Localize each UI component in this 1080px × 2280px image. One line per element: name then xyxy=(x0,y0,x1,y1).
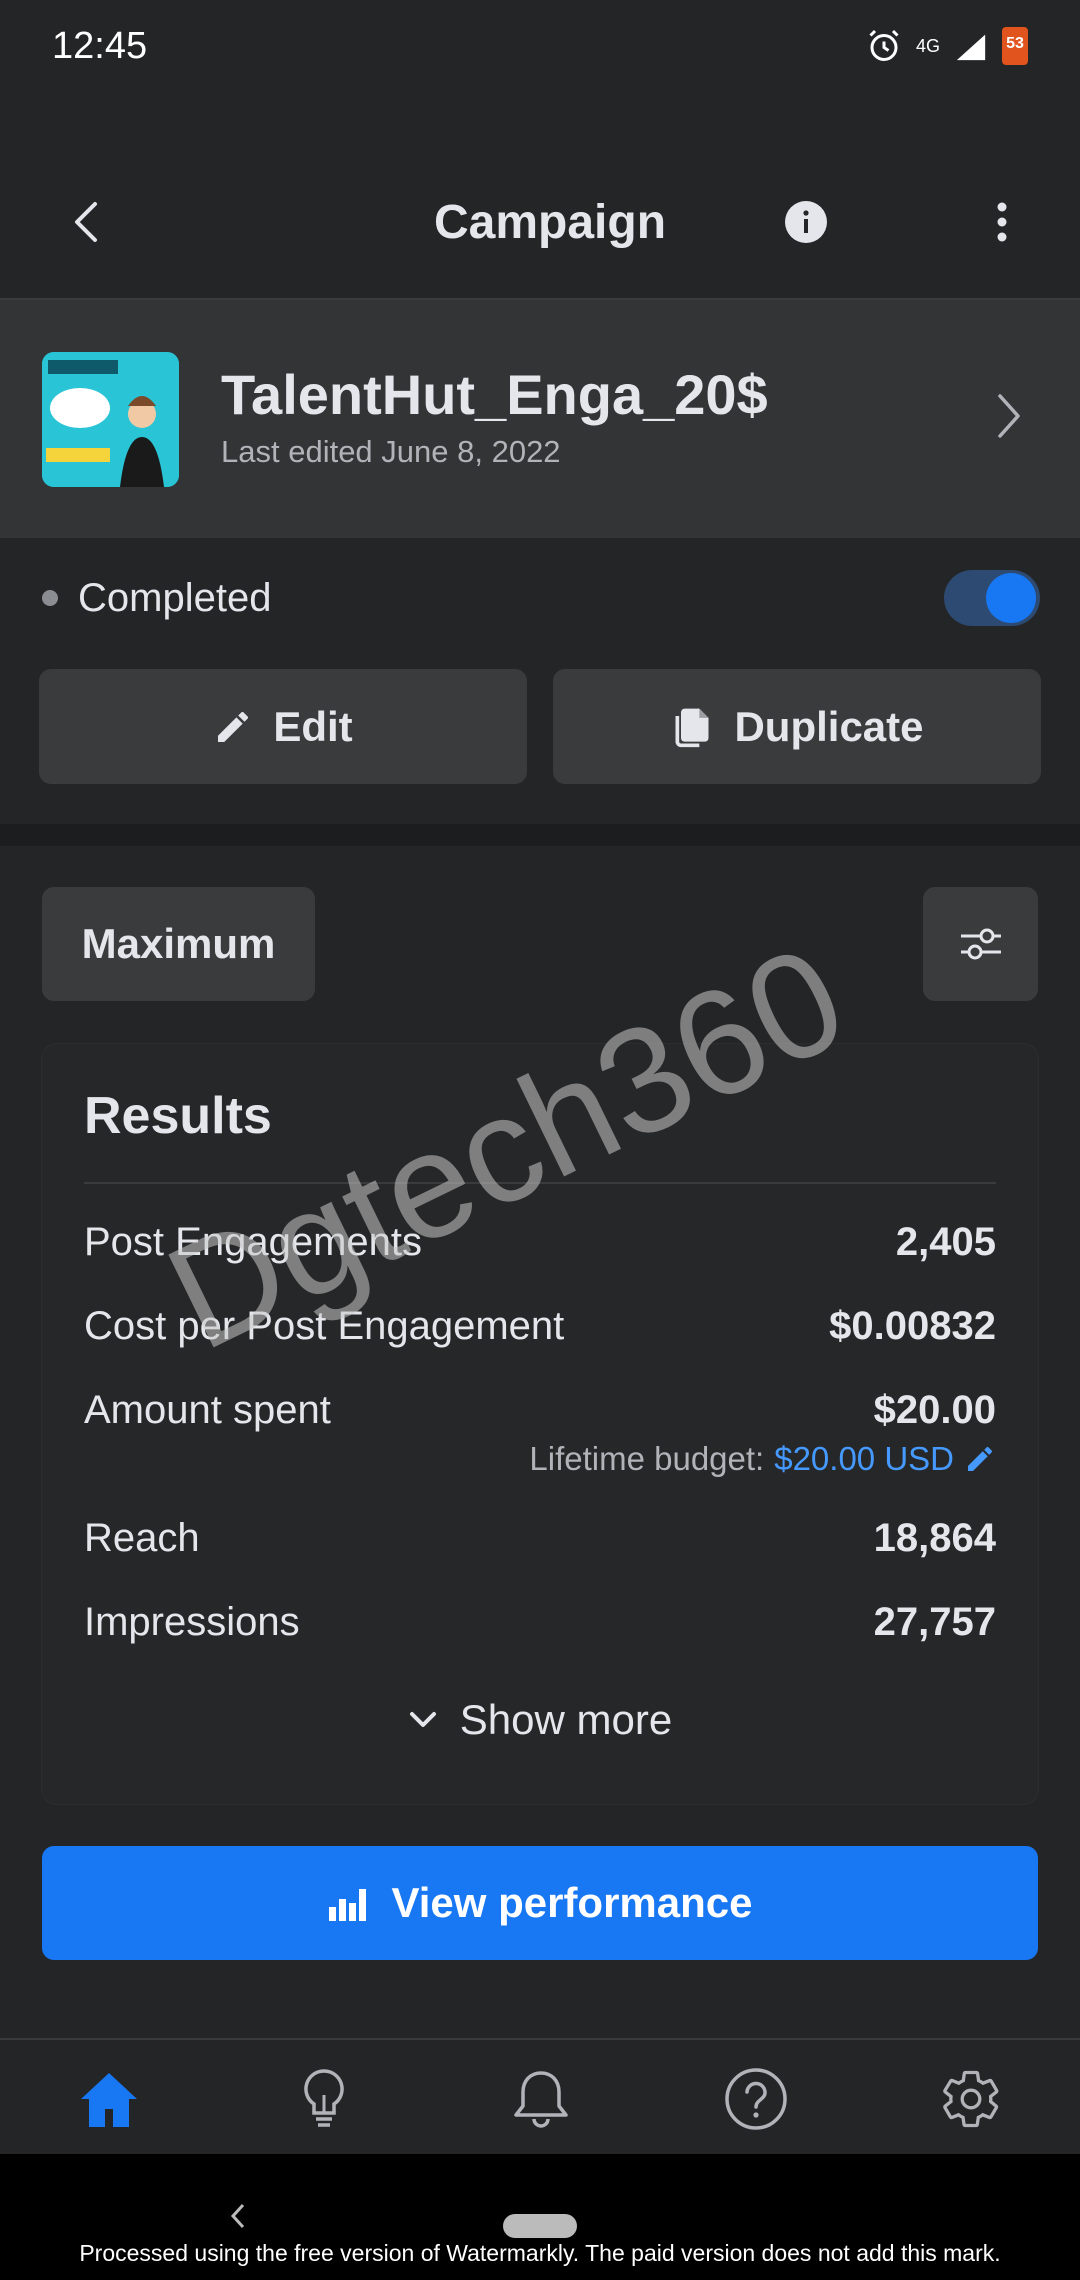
duplicate-label: Duplicate xyxy=(734,702,924,750)
campaign-thumbnail xyxy=(42,352,179,487)
metric-row: Post Engagements 2,405 xyxy=(84,1220,996,1265)
nav-home[interactable] xyxy=(74,2064,144,2134)
pencil-icon xyxy=(218,711,249,742)
page-title: Campaign xyxy=(433,195,667,249)
metric-value: $20.00 xyxy=(873,1388,996,1432)
campaign-edited-date: Last edited June 8, 2022 xyxy=(221,434,561,469)
status-label: Completed xyxy=(78,576,272,620)
edit-budget-icon[interactable] xyxy=(964,1443,996,1475)
show-more-label: Show more xyxy=(459,1696,673,1743)
section-separator xyxy=(0,824,1080,846)
network-type: 4G xyxy=(915,35,940,56)
view-performance-label: View performance xyxy=(391,1879,753,1926)
campaign-toggle[interactable] xyxy=(944,570,1040,626)
metric-label: Cost per Post Engagement xyxy=(84,1304,565,1348)
view-performance-button[interactable]: View performance xyxy=(42,1846,1038,1960)
help-icon xyxy=(725,2068,787,2130)
metric-label: Reach xyxy=(84,1516,200,1560)
chevron-right-icon xyxy=(998,394,1020,438)
nav-help[interactable] xyxy=(721,2064,791,2134)
nav-settings[interactable] xyxy=(936,2064,1006,2134)
alarm-icon xyxy=(866,28,902,64)
metric-label: Impressions xyxy=(84,1600,300,1644)
system-nav-bar: Processed using the free version of Wate… xyxy=(0,2154,1080,2280)
metric-value: 27,757 xyxy=(873,1600,996,1644)
metric-value: 2,405 xyxy=(895,1220,996,1264)
results-card: Results Post Engagements 2,405 Cost per … xyxy=(42,1044,1038,1804)
status-icons: 4G 53 xyxy=(866,27,1028,65)
campaign-status-row: Completed xyxy=(0,538,1080,658)
info-icon xyxy=(785,201,827,243)
system-home-pill[interactable] xyxy=(503,2214,577,2238)
date-range-chip[interactable]: Maximum xyxy=(42,887,315,1001)
metric-label: Post Engagements xyxy=(84,1220,422,1264)
status-bar: 12:45 4G 53 xyxy=(0,0,1080,92)
sliders-icon xyxy=(960,928,1001,960)
battery-icon: 53 xyxy=(1002,27,1028,65)
metric-row: Cost per Post Engagement $0.00832 xyxy=(84,1304,996,1349)
system-back-icon[interactable] xyxy=(230,2202,246,2230)
chevron-down-icon xyxy=(409,1712,436,1727)
metric-value: $0.00832 xyxy=(829,1304,996,1348)
gear-icon xyxy=(943,2070,999,2128)
bottom-nav xyxy=(0,2038,1080,2154)
metric-row: Amount spent $20.00 xyxy=(84,1388,996,1433)
signal-icon xyxy=(954,31,988,61)
metric-row: Reach 18,864 xyxy=(84,1516,996,1561)
results-divider xyxy=(84,1182,996,1184)
filter-button[interactable] xyxy=(923,887,1038,1001)
duplicate-icon xyxy=(675,708,709,747)
battery-level: 53 xyxy=(1006,35,1024,52)
budget-value[interactable]: $20.00 USD xyxy=(774,1440,954,1478)
budget-label: Lifetime budget: xyxy=(529,1440,765,1477)
nav-tips[interactable] xyxy=(289,2064,359,2134)
header: Campaign xyxy=(0,170,1080,274)
status-time: 12:45 xyxy=(52,24,148,67)
more-options-button[interactable] xyxy=(980,192,1024,252)
more-vertical-icon xyxy=(997,202,1007,242)
watermark-notice: Processed using the free version of Wate… xyxy=(79,2240,1001,2266)
toggle-knob xyxy=(986,573,1036,623)
bar-chart-icon xyxy=(329,1889,367,1921)
lifetime-budget-row[interactable]: Lifetime budget: $20.00 USD xyxy=(84,1440,996,1478)
date-range-label: Maximum xyxy=(81,920,276,967)
show-more-button[interactable]: Show more xyxy=(42,1696,1038,1744)
status-dot-icon xyxy=(42,590,58,606)
metric-label: Amount spent xyxy=(84,1388,331,1432)
duplicate-button[interactable]: Duplicate xyxy=(553,669,1041,784)
bell-icon xyxy=(514,2071,568,2128)
campaign-name: TalentHut_Enga_20$ xyxy=(221,363,768,426)
home-icon xyxy=(81,2073,137,2127)
metric-value: 18,864 xyxy=(873,1516,996,1560)
edit-label: Edit xyxy=(273,702,353,750)
lightbulb-icon xyxy=(304,2069,344,2127)
info-button[interactable] xyxy=(784,200,828,244)
metric-row: Impressions 27,757 xyxy=(84,1600,996,1645)
results-title: Results xyxy=(84,1087,272,1145)
nav-notifications[interactable] xyxy=(506,2064,576,2134)
campaign-card[interactable]: TalentHut_Enga_20$ Last edited June 8, 2… xyxy=(0,300,1080,538)
edit-button[interactable]: Edit xyxy=(39,669,527,784)
